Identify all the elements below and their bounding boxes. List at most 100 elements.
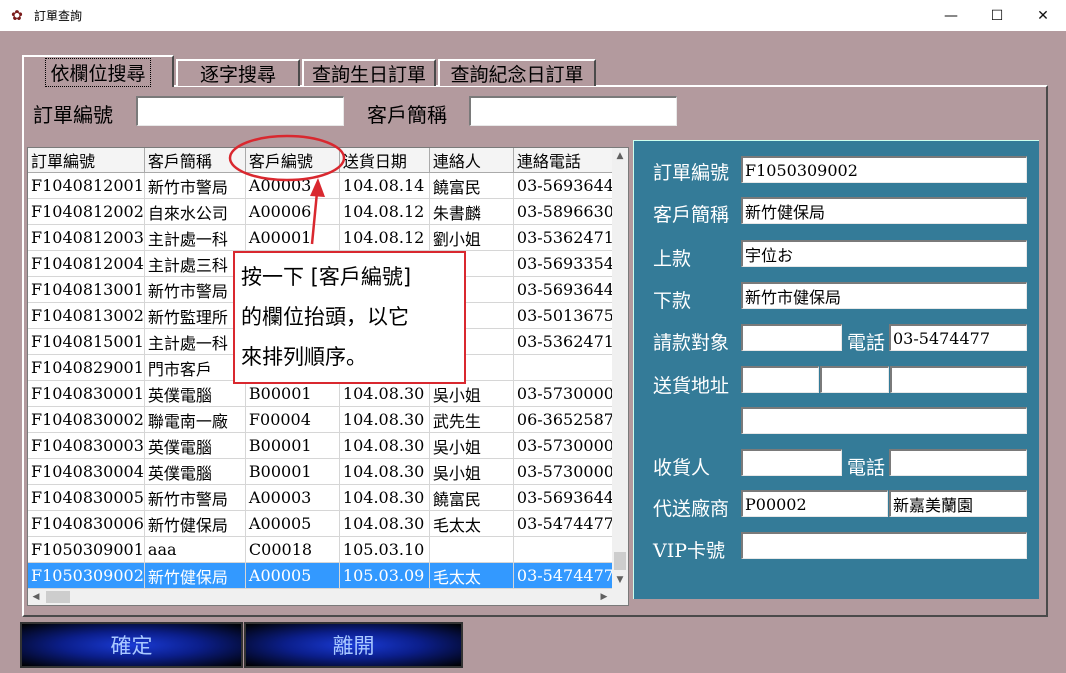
grid-vertical-scrollbar[interactable]: ▲ ▼ [612, 148, 628, 590]
cell-phone: 03-5693644 [513, 484, 615, 511]
detail-upper-field[interactable]: 宇位お [741, 240, 1027, 267]
detail-order-no-label: 訂單編號 [653, 162, 730, 184]
cell-delivery-date: 104.08.30 [339, 432, 430, 459]
cell-customer: 英僕電腦 [144, 380, 246, 407]
detail-vendor-code-field[interactable]: P00002 [741, 490, 888, 517]
detail-receiver-label: 收貨人 [653, 457, 711, 479]
detail-receiver-phone-field[interactable] [889, 449, 1027, 476]
close-button[interactable]: ✕ [1020, 0, 1066, 31]
vertical-scroll-thumb[interactable] [614, 552, 626, 570]
cell-customer: 英僕電腦 [144, 458, 246, 485]
detail-vip-field[interactable] [741, 532, 1027, 559]
detail-bill-to-field[interactable] [741, 324, 842, 351]
detail-vendor-name-field[interactable]: 新嘉美蘭園 [889, 490, 1027, 517]
cell-phone: 03-5013675 [513, 302, 615, 329]
minimize-button[interactable]: — [928, 0, 974, 31]
scroll-left-icon[interactable]: ◀ [28, 589, 44, 605]
cell-customer-no: A00003 [245, 484, 340, 511]
scroll-down-icon[interactable]: ▼ [612, 572, 628, 588]
cell-order-no: F1040829001 [28, 354, 145, 381]
table-row[interactable]: F1040830006 新竹健保局 A00005 104.08.30 毛太太 03-547… [28, 510, 615, 537]
detail-lower-field[interactable]: 新竹市健保局 [741, 282, 1027, 309]
cell-customer-no: B00001 [245, 458, 340, 485]
cell-phone: 03-5693644 [513, 276, 615, 303]
cell-delivery-date: 104.08.30 [339, 458, 430, 485]
maximize-button[interactable]: ☐ [974, 0, 1020, 31]
cell-order-no: F1040813001 [28, 276, 145, 303]
customer-search-input[interactable] [469, 96, 677, 126]
col-header-contact[interactable]: 連絡人 [429, 148, 514, 173]
cell-customer: 主計處三科 [144, 250, 246, 277]
cell-order-no: F1040830002 [28, 406, 145, 433]
table-row[interactable]: F1040830005 新竹市警局 A00003 104.08.30 饒富民 03-569… [28, 484, 615, 511]
annotation-line-1: 按一下 [客戶編號] [241, 265, 412, 289]
col-header-customer[interactable]: 客戶簡稱 [144, 148, 246, 173]
cell-order-no: F1050309002 [28, 562, 145, 589]
detail-upper-label: 上款 [653, 248, 692, 270]
table-row[interactable]: F1040830001 英僕電腦 B00001 104.08.30 吳小姐 03-5730… [28, 380, 615, 407]
ok-button[interactable]: 確定 [20, 622, 243, 668]
col-header-phone[interactable]: 連絡電話 [513, 148, 615, 173]
table-row[interactable]: F1050309002 新竹健保局 A00005 105.03.09 毛太太 03-547… [28, 562, 615, 589]
detail-address-field-4[interactable] [741, 407, 1027, 434]
col-header-delivery-date[interactable]: 送貨日期 [339, 148, 430, 173]
table-row[interactable]: F1040812002 自來水公司 A00006 104.08.12 朱書麟 03-589… [28, 198, 615, 225]
col-header-customer-no[interactable]: 客戶編號 [245, 148, 340, 173]
customer-search-label: 客戶簡稱 [367, 103, 447, 127]
cell-contact: 吳小姐 [429, 432, 514, 459]
table-row[interactable]: F1040830003 英僕電腦 B00001 104.08.30 吳小姐 03-5730… [28, 432, 615, 459]
cell-phone [513, 536, 615, 563]
tab-anniversary-orders[interactable]: 查詢紀念日訂單 [438, 59, 596, 86]
detail-receiver-field[interactable] [741, 449, 842, 476]
cell-order-no: F1040812003 [28, 224, 145, 251]
detail-customer-field[interactable]: 新竹健保局 [741, 197, 1027, 224]
detail-vip-label: VIP卡號 [653, 540, 726, 562]
cell-order-no: F1040812002 [28, 198, 145, 225]
detail-phone-field[interactable]: 03-5474477 [889, 324, 1027, 351]
detail-address-field-2[interactable] [820, 366, 889, 393]
cell-phone [513, 354, 615, 381]
cell-customer: 新竹監理所 [144, 302, 246, 329]
table-row[interactable]: F1040830002 聯電南一廠 F00004 104.08.30 武先生 06-365… [28, 406, 615, 433]
cell-contact: 劉小姐 [429, 224, 514, 251]
scroll-right-icon[interactable]: ▶ [596, 589, 612, 605]
order-no-search-input[interactable] [136, 96, 344, 126]
horizontal-scroll-thumb[interactable] [46, 591, 70, 603]
order-detail-panel: 訂單編號 F1050309002 客戶簡稱 新竹健保局 上款 宇位お 下款 新竹… [633, 140, 1039, 599]
cell-customer: 聯電南一廠 [144, 406, 246, 433]
cell-delivery-date: 105.03.09 [339, 562, 430, 589]
table-row[interactable]: F1040812003 主計處一科 A00001 104.08.12 劉小姐 03-536… [28, 224, 615, 251]
cell-contact: 饒富民 [429, 172, 514, 199]
col-header-order-no[interactable]: 訂單編號 [28, 148, 145, 173]
tab-field-search[interactable]: 依欄位搜尋 [22, 55, 174, 87]
cell-order-no: F1040830003 [28, 432, 145, 459]
detail-lower-label: 下款 [653, 290, 692, 312]
detail-address-label: 送貨地址 [653, 375, 730, 397]
cell-order-no: F1040830005 [28, 484, 145, 511]
cell-delivery-date: 104.08.30 [339, 510, 430, 537]
cell-phone: 03-5693644 [513, 172, 615, 199]
tab-birthday-orders[interactable]: 查詢生日訂單 [302, 59, 436, 86]
cell-contact: 武先生 [429, 406, 514, 433]
cell-order-no: F1040830001 [28, 380, 145, 407]
detail-address-field-3[interactable] [890, 366, 1027, 393]
cell-order-no: F1040812004 [28, 250, 145, 277]
grid-horizontal-scrollbar[interactable]: ◀ ▶ [28, 589, 628, 605]
cell-customer: 新竹市警局 [144, 484, 246, 511]
cell-customer-no: A00003 [245, 172, 340, 199]
detail-order-no-field[interactable]: F1050309002 [741, 156, 1027, 183]
cell-phone: 03-5730000 [513, 458, 615, 485]
detail-receiver-phone-label: 電話 [847, 457, 886, 479]
cell-customer-no: A00005 [245, 510, 340, 537]
exit-button[interactable]: 離開 [244, 622, 463, 668]
cell-customer-no: B00001 [245, 380, 340, 407]
scroll-up-icon[interactable]: ▲ [612, 148, 628, 164]
tab-char-search[interactable]: 逐字搜尋 [176, 59, 300, 86]
cell-phone: 03-5730000 [513, 380, 615, 407]
cell-contact: 吳小姐 [429, 380, 514, 407]
cell-customer: 新竹市警局 [144, 276, 246, 303]
table-row[interactable]: F1050309001 aaa C00018 105.03.10 [28, 536, 615, 563]
detail-address-field-1[interactable] [741, 366, 819, 393]
table-row[interactable]: F1040812001 新竹市警局 A00003 104.08.14 饒富民 03-569… [28, 172, 615, 199]
table-row[interactable]: F1040830004 英僕電腦 B00001 104.08.30 吳小姐 03-5730… [28, 458, 615, 485]
